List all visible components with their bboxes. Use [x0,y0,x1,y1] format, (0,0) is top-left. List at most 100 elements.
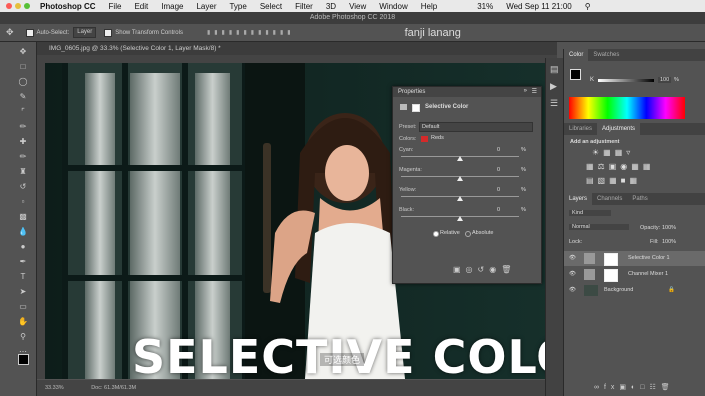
layer-name[interactable]: Background [604,283,633,298]
history-brush-icon[interactable]: ↺ [18,182,28,192]
k-slider[interactable] [598,79,654,82]
lasso-tool-icon[interactable]: ◯ [18,77,28,87]
window-controls[interactable] [6,3,30,9]
properties-footer-icons[interactable]: ▣◎↺◉🗑 [453,265,516,274]
layer-row-channel-mixer[interactable]: 👁 Channel Mixer 1 [564,267,705,282]
tab-libraries[interactable]: Libraries [564,123,597,135]
menu-window[interactable]: Window [379,2,407,11]
menu-view[interactable]: View [349,2,366,11]
zoom-level[interactable]: 33.33% [45,385,64,391]
menu-file[interactable]: File [109,2,122,11]
adjustment-icons-row2[interactable]: ▦⚖▣◉▦▦ [586,162,654,171]
pen-tool-icon[interactable]: ✒ [18,257,28,267]
eyedropper-tool-icon[interactable]: ✏ [18,122,28,132]
slider-value[interactable]: 0 [497,187,500,193]
minimize-window-icon[interactable] [15,3,21,9]
actions-icon[interactable]: ▶ [550,81,564,92]
k-value[interactable]: 100 [658,77,672,83]
battery-status: 31% [477,1,494,11]
colors-dropdown[interactable]: Reds [431,135,444,141]
foreground-color-swatch[interactable] [18,354,29,365]
move-tool-icon[interactable]: ✥ [6,27,14,38]
slider-thumb[interactable] [457,196,463,201]
healing-brush-icon[interactable]: ✚ [18,137,28,147]
slider-thumb[interactable] [457,176,463,181]
dodge-tool-icon[interactable]: ● [18,242,28,252]
align-icons[interactable]: ▮▮▮▮▮▮▮▮▮▮▮▮ [207,29,295,36]
foreground-swatch[interactable] [570,69,581,80]
tab-paths[interactable]: Paths [627,193,652,205]
menu-edit[interactable]: Edit [134,2,148,11]
document-tab[interactable]: IMG_0605.jpg @ 33.3% (Selective Color 1,… [37,42,557,55]
tab-layers[interactable]: Layers [564,193,593,205]
adjustment-icons-row3[interactable]: ▤▧▦■▦ [586,176,641,185]
opacity-value[interactable]: 100% [662,225,676,231]
layer-row-selective-color[interactable]: 👁 Selective Color 1 [564,251,705,266]
relative-radio[interactable] [433,231,439,237]
slider-value[interactable]: 0 [497,167,500,173]
properties-dock-icon[interactable]: ☰ [550,98,564,109]
slider-thumb[interactable] [457,216,463,221]
brush-tool-icon[interactable]: ✏ [18,152,28,162]
menu-type[interactable]: Type [229,2,246,11]
hand-tool-icon[interactable]: ✋ [18,317,28,327]
panel-menu-icon[interactable]: ☰ [532,88,537,95]
visibility-eye-icon[interactable]: 👁 [569,283,576,298]
type-tool-icon[interactable]: T [18,272,28,282]
tab-adjustments[interactable]: Adjustments [597,123,641,135]
menu-help[interactable]: Help [421,2,437,11]
adjustment-icons-row1[interactable]: ☀▦▦▿ [592,148,634,157]
history-icon[interactable]: ▤ [550,64,564,75]
menu-layer[interactable]: Layer [196,2,216,11]
close-window-icon[interactable] [6,3,12,9]
layer-name[interactable]: Channel Mixer 1 [628,267,668,282]
path-select-icon[interactable]: ➤ [18,287,28,297]
app-menu[interactable]: Photoshop CC [40,2,96,11]
transform-controls-checkbox[interactable] [104,28,113,37]
adjustment-name: Selective Color [425,104,469,110]
fill-value[interactable]: 100% [662,239,676,245]
crop-tool-icon[interactable]: ⌜ [18,107,28,117]
zoom-tool-icon[interactable]: ⚲ [18,332,28,342]
layer-name[interactable]: Selective Color 1 [628,251,670,266]
layer-row-background[interactable]: 👁 Background 🔒 [564,283,705,298]
slider-unit: % [521,167,526,173]
blend-mode-dropdown[interactable]: Normal [569,224,629,230]
slider-thumb[interactable] [457,156,463,161]
slider-value[interactable]: 0 [497,147,500,153]
absolute-radio[interactable] [465,231,471,237]
auto-select-checkbox[interactable] [25,28,34,37]
search-icon[interactable]: ⚲ [585,2,591,11]
mask-icon[interactable] [412,104,420,112]
menu-3d[interactable]: 3D [326,2,336,11]
gradient-tool-icon[interactable]: ▩ [18,212,28,222]
layer-mask-thumb[interactable] [604,269,618,282]
visibility-eye-icon[interactable]: 👁 [569,267,576,282]
menu-select[interactable]: Select [260,2,282,11]
slider-value[interactable]: 0 [497,207,500,213]
stamp-tool-icon[interactable]: ♜ [18,167,28,177]
properties-panel: Properties » ☰ Selective Color Preset: D… [392,86,542,284]
menu-filter[interactable]: Filter [295,2,313,11]
marquee-tool-icon[interactable]: □ [18,62,28,72]
tab-color[interactable]: Color [564,49,589,61]
tab-channels[interactable]: Channels [592,193,627,205]
properties-title: Properties [393,87,541,97]
blur-tool-icon[interactable]: 💧 [18,227,28,237]
shape-tool-icon[interactable]: ▭ [18,302,28,312]
visibility-eye-icon[interactable]: 👁 [569,251,576,266]
auto-select-dropdown[interactable]: Layer [73,27,97,38]
zoom-window-icon[interactable] [24,3,30,9]
quick-select-tool-icon[interactable]: ✎ [18,92,28,102]
user-name[interactable]: fanji lanang [405,27,461,39]
color-spectrum[interactable] [569,97,685,119]
menu-image[interactable]: Image [161,2,183,11]
preset-dropdown[interactable]: Default [419,122,533,132]
kind-filter-dropdown[interactable]: Kind [569,210,611,216]
eraser-tool-icon[interactable]: ▫ [18,197,28,207]
tab-swatches[interactable]: Swatches [588,49,624,61]
layers-footer-icons[interactable]: ∞fx▣◐□☷🗑 [594,383,675,391]
move-tool-icon[interactable]: ✥ [18,47,28,57]
collapse-icon[interactable]: » [524,88,527,94]
layer-mask-thumb[interactable] [604,253,618,266]
